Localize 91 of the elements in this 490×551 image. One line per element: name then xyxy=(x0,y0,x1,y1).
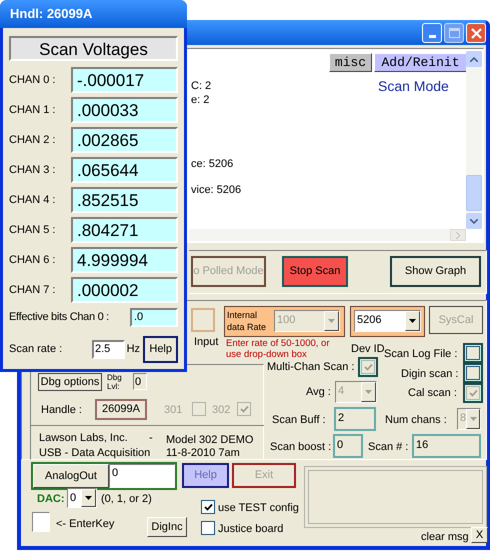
minimize-button[interactable] xyxy=(422,23,442,43)
label: Internal data Rate xyxy=(227,309,268,333)
channel-label: CHAN 5 : xyxy=(9,222,56,238)
label: clear msg xyxy=(421,530,469,545)
info-text: USB - Data Acquisition xyxy=(39,446,150,461)
scan-rate-field[interactable]: 2.5 xyxy=(92,340,125,359)
checkbox[interactable] xyxy=(201,521,215,535)
channel-label: CHAN 0 : xyxy=(9,72,56,88)
unit-label: Hz xyxy=(126,342,142,358)
info-text: Model 302 DEMO xyxy=(166,433,254,448)
label: Dev ID xyxy=(351,342,385,355)
channel-label: CHAN 4 : xyxy=(9,192,56,208)
log-line: vice: 5206 xyxy=(191,183,242,198)
label: 302 xyxy=(212,403,230,418)
input-field[interactable]: 0 xyxy=(109,464,175,488)
log-button[interactable]: misc xyxy=(329,53,372,72)
channel-label: CHAN 1 : xyxy=(9,102,56,118)
scrollbar-thumb[interactable] xyxy=(466,175,482,211)
vertical-scrollbar[interactable] xyxy=(466,51,482,229)
analog-out-button[interactable]: AnalogOut xyxy=(33,464,109,488)
channel-label: CHAN 7 : xyxy=(9,282,56,298)
dropdown-field[interactable]: 0 xyxy=(67,488,97,508)
channel-value-field: .000033 xyxy=(71,97,178,123)
window-title: Hndl: 26099A xyxy=(0,0,187,28)
help-button[interactable]: Help xyxy=(143,336,178,363)
mode-label: Scan Mode xyxy=(378,77,449,96)
label: (0, 1, or 2) xyxy=(101,492,152,507)
info-text: Lawson Labs, Inc. xyxy=(39,431,128,446)
channel-label: CHAN 3 : xyxy=(9,162,56,178)
label: 301 xyxy=(164,403,182,418)
scroll-up-icon[interactable] xyxy=(470,56,478,62)
dropdown-field[interactable]: 5206 xyxy=(354,310,421,332)
label: Scan rate : xyxy=(9,342,64,358)
channel-value-field: 4.999994 xyxy=(71,247,178,273)
mode-button[interactable]: Stop Scan xyxy=(282,256,348,287)
label: Digin scan : xyxy=(401,367,458,382)
label: DAC: xyxy=(37,492,64,507)
label: Cal scan : xyxy=(408,386,457,401)
checkmark-icon xyxy=(468,388,478,398)
info-text: - xyxy=(149,431,153,446)
label: Justice board xyxy=(218,522,284,537)
channel-value-field: -.000017 xyxy=(71,67,178,93)
close-button[interactable] xyxy=(466,23,486,43)
channel-value-field: .852515 xyxy=(71,187,178,213)
log-line: e: 2 xyxy=(191,93,210,108)
checkbox[interactable] xyxy=(201,500,215,514)
close-icon xyxy=(470,28,482,38)
label: Scan Log File : xyxy=(384,347,458,362)
checkbox[interactable] xyxy=(32,512,50,532)
log-line: C: 2 xyxy=(191,79,212,94)
channel-label: CHAN 6 : xyxy=(9,252,56,268)
info-text: 11-8-2010 7am xyxy=(166,446,240,461)
label: Handle : xyxy=(41,403,82,418)
label: <- EnterKey xyxy=(56,517,114,532)
dbg-options-button[interactable]: Dbg options xyxy=(38,373,102,391)
channel-label: CHAN 2 : xyxy=(9,132,56,148)
label: Input xyxy=(194,335,218,350)
label: Effective bits Chan 0 : xyxy=(9,310,110,326)
channel-value-field: .804271 xyxy=(71,217,178,243)
checkbox[interactable] xyxy=(466,366,480,380)
diginc-button[interactable]: DigInc xyxy=(147,517,187,537)
label: Dbg Lvl: xyxy=(107,373,123,391)
label: Multi-Chan Scan : xyxy=(267,360,354,375)
channel-value-field: .065644 xyxy=(71,157,178,183)
value-field: .0 xyxy=(130,308,178,327)
input-field[interactable]: 0 xyxy=(333,434,363,458)
checkmark-icon xyxy=(204,502,212,512)
input-field[interactable]: 0 xyxy=(133,373,147,390)
input-field[interactable]: 2 xyxy=(334,407,376,431)
input-field[interactable] xyxy=(191,308,215,332)
checkbox[interactable] xyxy=(466,346,480,360)
channel-value-field: .000002 xyxy=(71,277,178,303)
log-button[interactable]: Add/Reinit xyxy=(374,53,467,72)
hint-text: Enter rate of 50-1000, or use drop-down box xyxy=(226,338,331,360)
label: Scan # : xyxy=(368,440,408,455)
label: Scan Buff : xyxy=(272,413,326,428)
label: Avg : xyxy=(306,385,331,400)
checkmark-icon xyxy=(364,362,372,372)
handle-field[interactable]: 26099A xyxy=(95,399,147,420)
checkmark-icon xyxy=(240,404,248,414)
input-field[interactable]: 16 xyxy=(412,434,481,458)
log-line: ce: 5206 xyxy=(191,157,234,172)
label: Scan boost : xyxy=(270,440,332,455)
heading: Scan Voltages xyxy=(9,36,178,61)
label: use TEST config xyxy=(218,501,299,516)
clear-message-button[interactable]: X xyxy=(471,527,488,543)
label: Num chans : xyxy=(385,413,447,428)
mode-button[interactable]: Show Graph xyxy=(390,256,481,287)
horizontal-scrollbar[interactable] xyxy=(189,229,466,241)
scroll-down-icon[interactable] xyxy=(470,218,478,224)
channel-value-field: .002865 xyxy=(71,127,178,153)
